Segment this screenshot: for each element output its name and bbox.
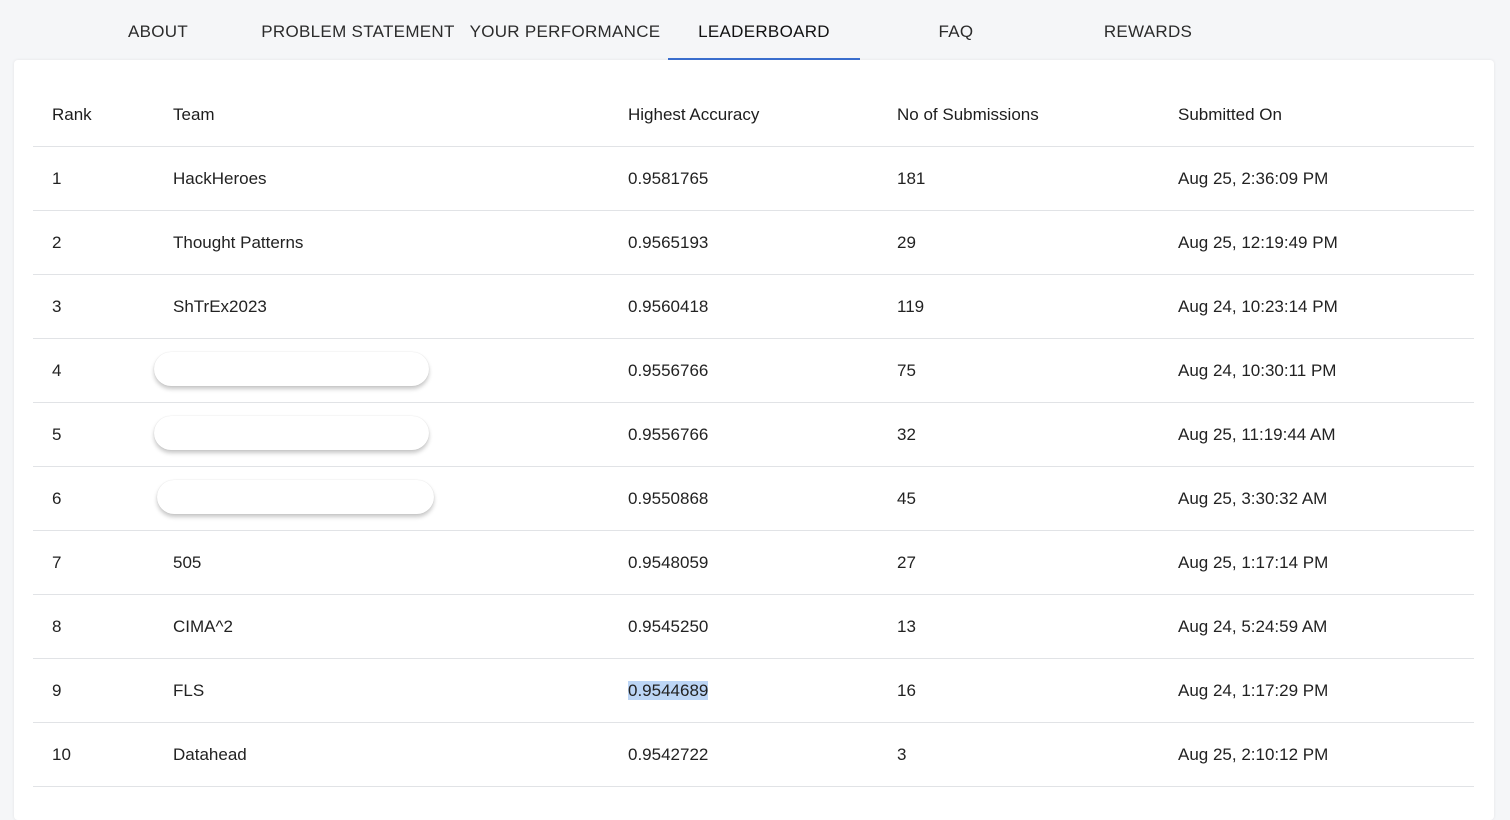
submitted-on-cell: Aug 24, 10:30:11 PM	[1178, 361, 1337, 380]
team-cell: ShTrEx2023	[173, 297, 267, 316]
rank-cell: 9	[52, 681, 62, 700]
team-cell: FLS	[173, 681, 205, 700]
accuracy-cell: 0.9545250	[628, 617, 709, 636]
submissions-cell: 13	[897, 617, 916, 636]
submitted-on-cell: Aug 24, 10:23:14 PM	[1178, 297, 1338, 316]
submissions-cell: 119	[897, 297, 925, 316]
selected-accuracy-text: 0.9544689	[628, 681, 709, 700]
column-header-team: Team	[173, 105, 215, 124]
tab-leaderboard[interactable]: LEADERBOARD	[668, 0, 860, 60]
accuracy-cell: 0.9581765	[628, 169, 709, 188]
table-row: 2 Thought Patterns 0.9565193 29 Aug 25, …	[33, 211, 1474, 275]
rank-cell: 10	[52, 745, 71, 764]
team-name-redaction	[157, 480, 434, 514]
accuracy-cell: 0.9565193	[628, 233, 709, 252]
team-cell: HackHeroes	[173, 169, 267, 188]
team-cell: 505	[173, 553, 202, 572]
accuracy-cell: 0.9542722	[628, 745, 709, 764]
submitted-on-cell: Aug 25, 2:10:12 PM	[1178, 745, 1329, 764]
table-row: 8 CIMA^2 0.9545250 13 Aug 24, 5:24:59 AM	[33, 595, 1474, 659]
accuracy-cell: 0.9548059	[628, 553, 709, 572]
team-name-redaction	[154, 352, 429, 386]
submissions-cell: 3	[897, 745, 907, 764]
table-row: 3 ShTrEx2023 0.9560418 119 Aug 24, 10:23…	[33, 275, 1474, 339]
rank-cell: 3	[52, 297, 62, 316]
rank-cell: 7	[52, 553, 62, 572]
team-cell: Thought Patterns	[173, 233, 304, 252]
leaderboard-card: Rank Team Highest Accuracy No of Submiss…	[14, 60, 1494, 820]
rank-cell: 1	[52, 169, 62, 188]
submitted-on-cell: Aug 25, 1:17:14 PM	[1178, 553, 1329, 572]
submissions-cell: 32	[897, 425, 916, 444]
submitted-on-cell: Aug 24, 1:17:29 PM	[1178, 681, 1329, 700]
submitted-on-cell: Aug 24, 5:24:59 AM	[1178, 617, 1328, 636]
accuracy-cell: 0.9550868	[628, 489, 709, 508]
submitted-on-cell: Aug 25, 11:19:44 AM	[1178, 425, 1336, 444]
table-row: 1 HackHeroes 0.9581765 181 Aug 25, 2:36:…	[33, 147, 1474, 211]
column-header-submissions: No of Submissions	[897, 105, 1039, 124]
column-header-rank: Rank	[52, 105, 92, 124]
team-cell: Datahead	[173, 745, 247, 764]
team-name-redaction	[154, 416, 429, 450]
rank-cell: 4	[52, 361, 62, 380]
accuracy-cell: 0.9560418	[628, 297, 709, 316]
team-cell: CIMA^2	[173, 617, 233, 636]
tab-problem-statement[interactable]: PROBLEM STATEMENT	[254, 0, 462, 60]
submissions-cell: 16	[897, 681, 916, 700]
tab-your-performance[interactable]: YOUR PERFORMANCE	[462, 0, 668, 60]
tab-bar: ABOUT PROBLEM STATEMENT YOUR PERFORMANCE…	[0, 0, 1510, 60]
rank-cell: 2	[52, 233, 62, 252]
table-row: 9 FLS 0.9544689 16 Aug 24, 1:17:29 PM	[33, 659, 1474, 723]
submitted-on-cell: Aug 25, 2:36:09 PM	[1178, 169, 1329, 188]
table-row: 5 0.9556766 32 Aug 25, 11:19:44 AM	[33, 403, 1474, 467]
accuracy-cell: 0.9544689	[628, 659, 709, 722]
submissions-cell: 27	[897, 553, 916, 572]
submitted-on-cell: Aug 25, 3:30:32 AM	[1178, 489, 1328, 508]
table-row: 10 Datahead 0.9542722 3 Aug 25, 2:10:12 …	[33, 723, 1474, 787]
column-header-submitted-on: Submitted On	[1178, 105, 1282, 124]
submissions-cell: 29	[897, 233, 916, 252]
column-header-accuracy: Highest Accuracy	[628, 105, 760, 124]
tab-about[interactable]: ABOUT	[62, 0, 254, 60]
tab-faq[interactable]: FAQ	[860, 0, 1052, 60]
submissions-cell: 181	[897, 169, 926, 188]
accuracy-cell: 0.9556766	[628, 361, 709, 380]
submissions-cell: 75	[897, 361, 916, 380]
tab-rewards[interactable]: REWARDS	[1052, 0, 1244, 60]
table-row: 7 505 0.9548059 27 Aug 25, 1:17:14 PM	[33, 531, 1474, 595]
rank-cell: 8	[52, 617, 62, 636]
rank-cell: 6	[52, 489, 62, 508]
table-row: 4 0.9556766 75 Aug 24, 10:30:11 PM	[33, 339, 1474, 403]
leaderboard-header-row: Rank Team Highest Accuracy No of Submiss…	[33, 83, 1474, 147]
rank-cell: 5	[52, 425, 62, 444]
table-row: 6 0.9550868 45 Aug 25, 3:30:32 AM	[33, 467, 1474, 531]
accuracy-cell: 0.9556766	[628, 425, 709, 444]
submissions-cell: 45	[897, 489, 916, 508]
submitted-on-cell: Aug 25, 12:19:49 PM	[1178, 233, 1338, 252]
